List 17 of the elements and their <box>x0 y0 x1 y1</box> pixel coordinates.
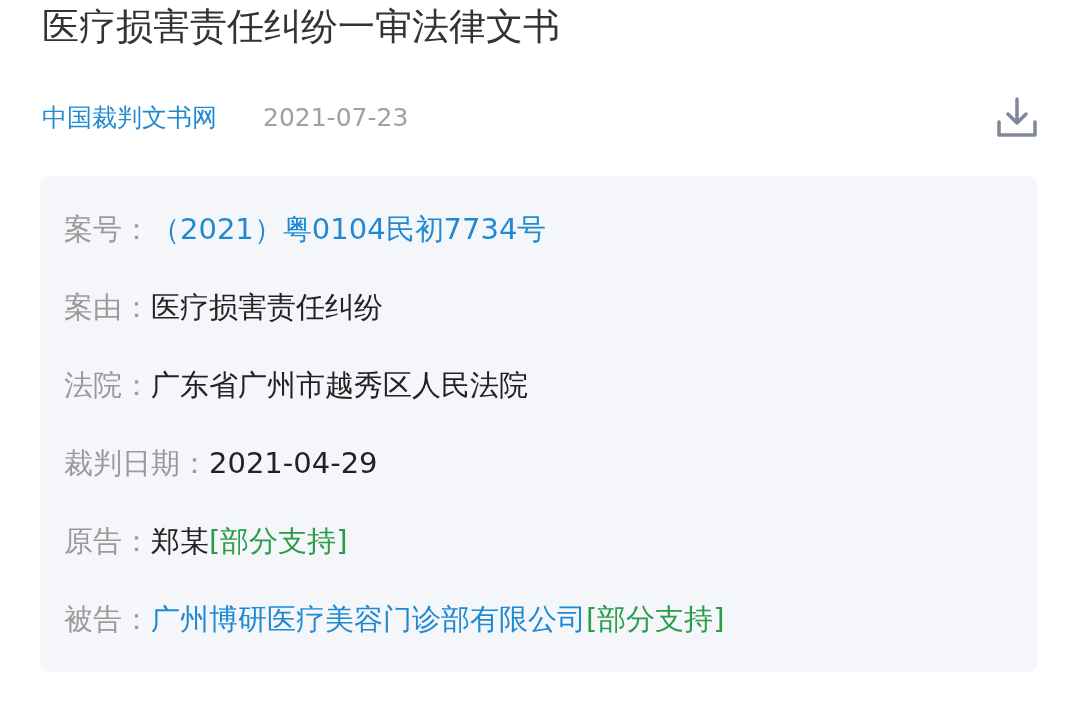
field-label: 被告： <box>64 601 151 639</box>
source-link[interactable]: 中国裁判文书网 <box>42 99 217 137</box>
publish-date: 2021-07-23 <box>263 102 409 135</box>
field-value: 2021-04-29 <box>209 445 378 483</box>
field-value: 广东省广州市越秀区人民法院 <box>151 367 528 405</box>
field-label: 案由： <box>64 289 151 327</box>
judgment-tag: [部分支持] <box>209 520 348 564</box>
field-value: 郑某 <box>151 523 209 561</box>
judgment-tag: [部分支持] <box>586 598 725 642</box>
party-link[interactable]: （2021）粤0104民初7734号 <box>151 208 547 252</box>
party-link[interactable]: 广州博研医疗美容门诊部有限公司 <box>151 598 586 642</box>
field-label: 原告： <box>64 523 151 561</box>
field-value: 医疗损害责任纠纷 <box>151 289 383 327</box>
field-label: 案号： <box>64 211 151 249</box>
field-label: 法院： <box>64 367 151 405</box>
document-title: 医疗损害责任纠纷一审法律文书 <box>42 4 560 49</box>
field-label: 裁判日期： <box>64 445 209 483</box>
